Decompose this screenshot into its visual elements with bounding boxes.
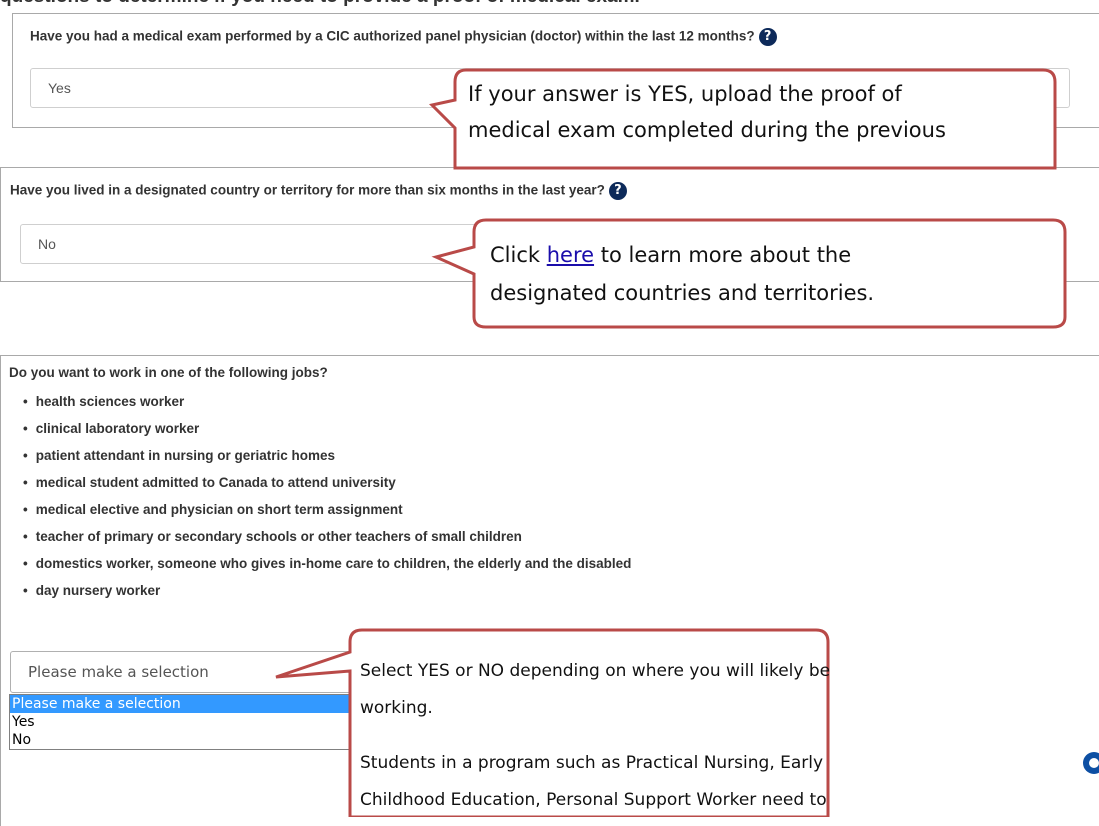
callout-2-post: to learn more about the — [594, 243, 852, 267]
callout-1-line: If your answer is YES, upload the proof … — [468, 82, 902, 106]
callout-3-text: Select YES or NO depending on where you … — [360, 653, 830, 819]
callout-3-line: Childhood Education, Personal Support Wo… — [360, 790, 827, 810]
callout-3-line: working. — [360, 698, 433, 718]
callout-3-line: Select YES or NO depending on where you … — [360, 661, 831, 681]
callout-1-line: medical exam completed during the previo… — [468, 118, 946, 142]
callout-2-pre: Click — [490, 243, 547, 267]
callout-2-text: Click here to learn more about the desig… — [490, 236, 874, 312]
callout-2-line: designated countries and territories. — [490, 281, 875, 305]
here-link[interactable]: here — [547, 243, 594, 267]
callout-3-line: Students in a program such as Practical … — [360, 753, 824, 773]
callout-2-line: Click here to learn more about the — [490, 236, 874, 274]
callout-1-text: If your answer is YES, upload the proof … — [468, 76, 946, 148]
